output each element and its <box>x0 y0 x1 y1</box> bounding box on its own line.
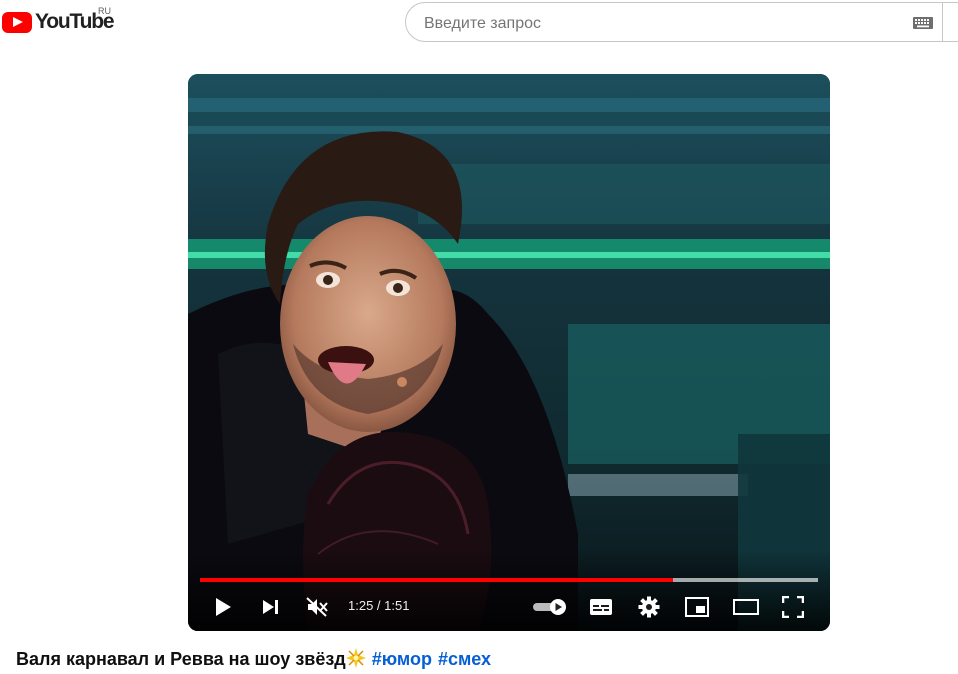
subtitles-button[interactable] <box>588 594 614 620</box>
autoplay-toggle-icon <box>533 599 566 615</box>
progress-played <box>200 578 674 582</box>
hashtag-humor[interactable]: #юмор <box>372 649 432 669</box>
video-player[interactable]: 1:25 / 1:51 <box>188 74 830 631</box>
keyboard-icon[interactable] <box>913 17 933 29</box>
progress-bar[interactable] <box>200 578 818 582</box>
fullscreen-icon <box>782 596 804 618</box>
play-button[interactable] <box>210 594 236 620</box>
video-title-row: Валя карнавал и Ревва на шоу звёзд #юмор… <box>16 648 491 670</box>
settings-button[interactable] <box>636 594 662 620</box>
youtube-play-icon <box>2 11 32 33</box>
autoplay-toggle[interactable] <box>532 594 568 620</box>
hashtag-laughter[interactable]: #смех <box>438 649 491 669</box>
sparkle-icon <box>345 648 366 668</box>
play-icon <box>216 598 231 616</box>
next-button[interactable] <box>258 594 284 620</box>
volume-muted-icon <box>306 597 328 617</box>
next-icon <box>263 600 278 614</box>
video-frame[interactable] <box>188 74 830 631</box>
settings-icon <box>638 596 660 618</box>
search-input[interactable] <box>422 13 906 35</box>
youtube-logo[interactable]: YouTube RU <box>2 6 115 34</box>
search-divider <box>942 3 943 41</box>
time-display: 1:25 / 1:51 <box>348 598 410 613</box>
theater-mode-icon <box>733 599 759 615</box>
miniplayer-icon <box>685 597 709 617</box>
country-code: RU <box>98 6 111 16</box>
search-box <box>405 2 958 42</box>
video-title: Валя карнавал и Ревва на шоу звёзд <box>16 649 346 669</box>
theater-mode-button[interactable] <box>732 594 760 620</box>
subtitles-icon <box>590 599 612 615</box>
mute-button[interactable] <box>304 594 330 620</box>
miniplayer-button[interactable] <box>684 594 710 620</box>
fullscreen-button[interactable] <box>780 594 806 620</box>
